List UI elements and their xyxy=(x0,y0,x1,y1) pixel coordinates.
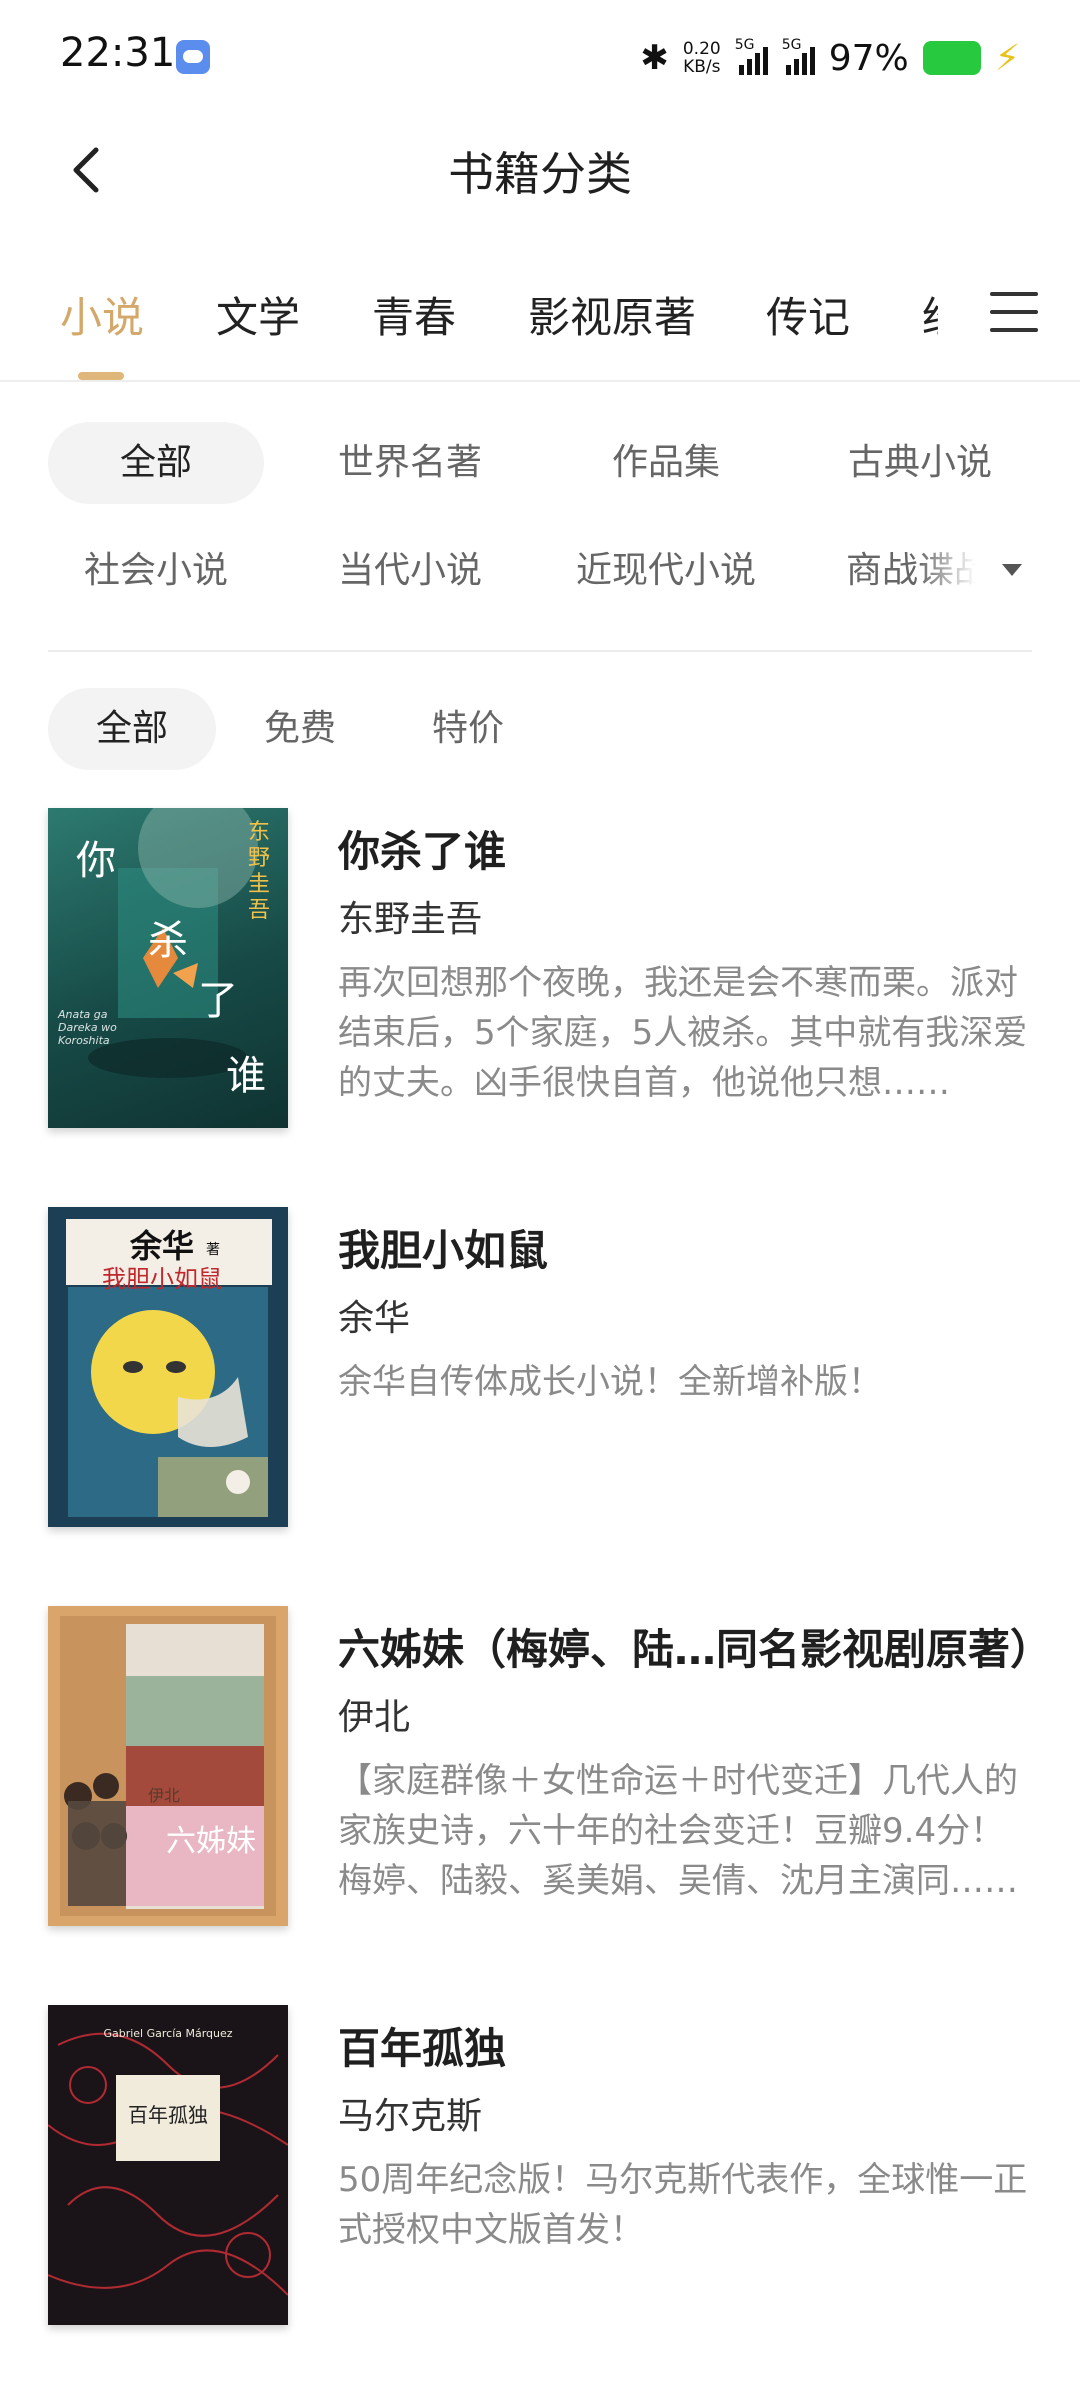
book-cover: 六姊妹 伊北 xyxy=(48,1606,288,1926)
subfilter-social[interactable]: 社会小说 xyxy=(48,530,264,612)
book-author: 余华 xyxy=(338,1298,411,1339)
book-title: 六姊妹（梅婷、陆…同名影视剧原著） xyxy=(338,1625,1053,1674)
subfilter-classical[interactable]: 古典小说 xyxy=(810,422,1030,504)
price-filter-all[interactable]: 全部 xyxy=(48,688,216,770)
book-author: 马尔克斯 xyxy=(338,2096,483,2137)
book-item[interactable]: Gabriel García Márquez 百年孤独 百年孤独 马尔克斯 50… xyxy=(48,2005,1032,2335)
book-item[interactable]: 你 杀 了 谁 东野圭吾 Anata ga Dareka wo Koroshit… xyxy=(48,808,1032,1138)
tab-xiaoshuo[interactable]: 小说 xyxy=(60,284,144,345)
book-cover: 余华 著 我胆小如鼠 xyxy=(48,1207,288,1527)
header: 书籍分类 xyxy=(0,110,1080,230)
book-author: 伊北 xyxy=(338,1697,411,1738)
status-icons: ✱ 0.20 KB/s 5G 5G 97% ⚡ xyxy=(640,34,1020,82)
book-title: 百年孤独 xyxy=(338,2024,507,2073)
book-description: 余华自传体成长小说！全新增补版！ xyxy=(338,1362,882,1402)
book-cover: Gabriel García Márquez 百年孤独 xyxy=(48,2005,288,2325)
tab-zhuanji[interactable]: 传记 xyxy=(766,284,850,345)
category-tabs: 小说 文学 青春 影视原著 传记 经 xyxy=(0,270,1080,382)
weather-app-icon xyxy=(176,40,210,74)
tab-qingchun[interactable]: 青春 xyxy=(372,284,456,345)
menu-icon[interactable] xyxy=(990,292,1038,332)
subfilter-modern[interactable]: 近现代小说 xyxy=(556,530,776,612)
tab-yingshi-yuanzhu[interactable]: 影视原著 xyxy=(528,284,696,345)
active-tab-indicator xyxy=(78,372,124,380)
page-title: 书籍分类 xyxy=(448,147,632,201)
book-description: 【家庭群像＋女性命运＋时代变迁】几代人的家族史诗，六十年的社会变迁！豆瓣9.4分… xyxy=(338,1761,1018,1901)
divider xyxy=(48,650,1032,652)
cover-art xyxy=(60,1616,276,1916)
cover-art xyxy=(48,2032,288,2296)
subfilter-collections[interactable]: 作品集 xyxy=(556,422,776,504)
charging-bolt-icon: ⚡ xyxy=(994,37,1020,79)
book-title: 你杀了谁 xyxy=(338,827,507,876)
subfilter-business-spy[interactable]: 商战谍战 xyxy=(846,530,976,612)
book-description: 再次回想那个夜晚，我还是会不寒而栗。派对结束后，5个家庭，5人被杀。其中就有我深… xyxy=(338,963,1028,1103)
battery-percent: 97% xyxy=(828,37,909,79)
status-time: 22:31 xyxy=(60,30,176,76)
subfilter-world-classics[interactable]: 世界名著 xyxy=(300,422,520,504)
subfilter-all[interactable]: 全部 xyxy=(48,422,264,504)
book-item[interactable]: 六姊妹 伊北 六姊妹（梅婷、陆…同名影视剧原著） 伊北 【家庭群像＋女性命运＋时… xyxy=(48,1606,1052,1936)
bluetooth-icon: ✱ xyxy=(640,38,669,78)
signal-strength-icon-2: 5G xyxy=(782,37,815,75)
signal-strength-icon: 5G xyxy=(735,37,768,75)
network-speed: 0.20 KB/s xyxy=(682,39,721,77)
tab-jing-partial[interactable]: 经 xyxy=(922,284,938,345)
book-description: 50周年纪念版！马尔克斯代表作，全球惟一正式授权中文版首发！ xyxy=(338,2160,1028,2250)
book-author: 东野圭吾 xyxy=(338,899,483,940)
price-filter-discount[interactable]: 特价 xyxy=(398,688,538,770)
price-filter-free[interactable]: 免费 xyxy=(230,688,370,770)
book-cover: 你 杀 了 谁 东野圭吾 Anata ga Dareka wo Koroshit… xyxy=(48,808,288,1128)
book-title: 我胆小如鼠 xyxy=(338,1226,549,1275)
status-bar: 22:31 ✱ 0.20 KB/s 5G 5G 97% ⚡ xyxy=(0,0,1080,110)
subfilter-contemporary[interactable]: 当代小说 xyxy=(300,530,520,612)
expand-filters-icon[interactable] xyxy=(1002,564,1022,576)
battery-icon xyxy=(922,41,981,75)
book-item[interactable]: 余华 著 我胆小如鼠 我胆小如鼠 余华 余华自传体成长小说！全新增补版！ xyxy=(48,1207,1032,1537)
tab-wenxue[interactable]: 文学 xyxy=(216,284,300,345)
